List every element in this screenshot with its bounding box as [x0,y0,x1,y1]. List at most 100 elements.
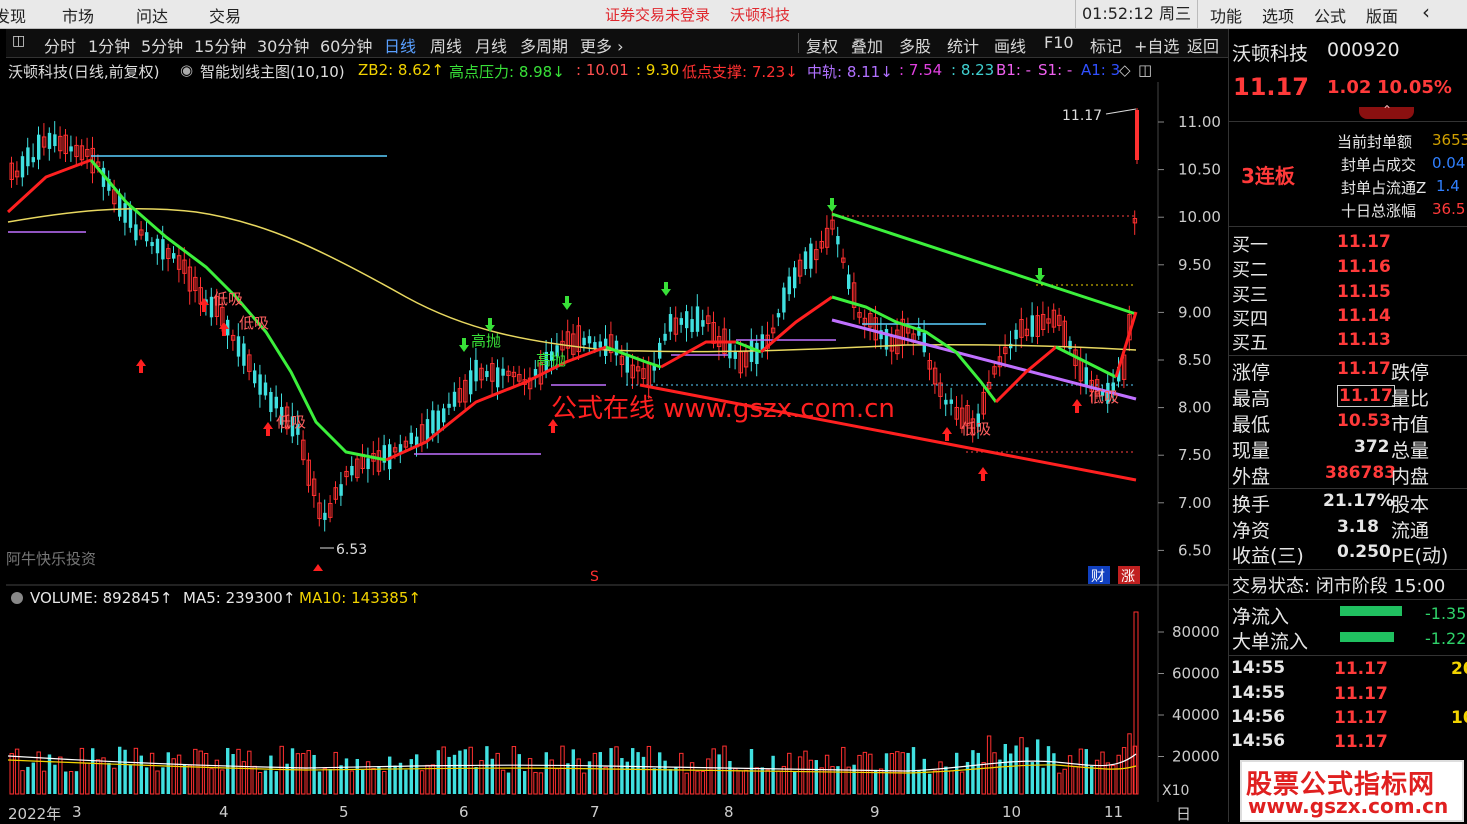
btn-back[interactable]: 返回 [1187,33,1219,57]
volume-bar [263,770,268,794]
candle-body [1014,329,1018,340]
bid-label-3: 买三 [1232,285,1268,306]
volume-bar [917,770,921,794]
bid-value-1[interactable]: 11.17 [1337,232,1391,252]
login-warning[interactable]: 证券交易未登录 [605,4,710,25]
candle-body [145,232,149,242]
x-label-9: 9 [870,803,880,821]
candle-body [425,419,430,441]
candle-body [690,319,694,332]
bid-value-5[interactable]: 11.13 [1337,330,1391,350]
volume-toggle-icon[interactable] [11,592,23,604]
tick-vol: 20 [1451,659,1467,679]
candle-body [150,242,154,247]
bid-value-3[interactable]: 11.15 [1337,282,1391,302]
layout-toggle-icon[interactable]: ◫ [12,33,25,49]
stat-value-low: 10.53 [1337,411,1391,431]
volume-bar [107,762,111,794]
tick-time: 14:56 [1231,731,1286,751]
volume-bar [636,752,640,794]
menu-market[interactable]: 市场 [62,3,94,27]
candle-body [263,382,268,396]
tab-timeshare[interactable]: 分时 [44,33,76,57]
formula-toggle-icon[interactable]: ◉ [180,61,193,79]
tick-price: 11.17 [1334,684,1388,704]
tab-weekly[interactable]: 周线 [430,33,462,57]
volume-bar [290,748,295,794]
tab-1min[interactable]: 1分钟 [88,33,130,57]
tab-60min[interactable]: 60分钟 [320,33,372,57]
candle-body [533,369,538,376]
tab-daily[interactable]: 日线 [384,33,416,57]
btn-add-watchlist[interactable]: +自选 [1134,33,1179,57]
price-axis-label: 7.00 [1178,494,1211,512]
volume-axis-label: 20000 [1172,748,1220,766]
btn-multi-stock[interactable]: 多股 [899,33,931,57]
stat-label-high: 最高 [1232,388,1271,410]
menu-options[interactable]: 选项 [1262,3,1294,27]
btn-stats[interactable]: 统计 [947,33,979,57]
x-label-11: 11 [1104,803,1124,821]
volume-bar [631,748,635,794]
chevron-up-icon[interactable]: ⌃ [1382,103,1392,117]
diamond-icon[interactable]: ◇ [1119,61,1131,79]
candlestick-chart[interactable]: 11.00 10.50 10.00 9.50 9.00 8.50 8.00 7.50 7.00 6… [6,82,1228,586]
volume-bar [814,760,818,794]
seal-label-4: 十日总涨幅 [1341,202,1417,220]
bid-value-2[interactable]: 11.16 [1337,257,1391,277]
tab-30min[interactable]: 30分钟 [257,33,309,57]
btn-draw[interactable]: 画线 [994,33,1026,57]
volume-bar [53,764,57,794]
menu-function[interactable]: 功能 [1210,3,1242,27]
bid-value-4[interactable]: 11.14 [1337,306,1391,326]
candle-body [668,314,673,332]
tab-15min[interactable]: 15分钟 [194,33,246,57]
menu-layout[interactable]: 版面 [1366,3,1398,27]
tab-5min[interactable]: 5分钟 [141,33,183,57]
candle-body [134,224,138,241]
menu-discover[interactable]: 发现 [0,3,26,27]
back-arrow-icon[interactable]: ‹ [1422,0,1430,24]
volume-chart[interactable]: 80000 60000 40000 20000 X10 VOLUME: 892845↑… [6,586,1228,802]
annotation-buy-3: 低吸 [276,413,306,431]
volume-value: VOLUME: 892845↑ [30,589,172,607]
candle-body [436,410,440,432]
volume-bar [458,750,462,794]
btn-f10[interactable]: F10 [1044,33,1074,52]
candle-body [350,465,354,476]
volume-bar [1052,753,1056,794]
menu-formula[interactable]: 公式 [1314,3,1346,27]
price-axis-label: 8.50 [1178,351,1211,369]
menu-ask[interactable]: 问达 [136,3,168,27]
annotation-sell-1: 高抛 [471,332,501,350]
low-price-label: 6.53 [336,542,367,558]
volume-bar [409,759,413,794]
volume-bar [361,769,365,794]
x-label-day: 日 [1176,805,1192,823]
volume-bar [1014,745,1018,794]
volume-bar [1090,766,1094,794]
volume-unit: X10 [1162,783,1189,799]
candle-body [323,512,327,520]
bid-label-4: 买四 [1232,309,1268,330]
stat-label-pe: PE(动) [1391,545,1449,567]
candle-body [118,195,122,217]
tab-more[interactable]: 更多 › [580,33,624,57]
flow-label-big: 大单流入 [1232,631,1309,653]
candle-body [695,306,700,332]
tab-multi-period[interactable]: 多周期 [520,33,568,57]
tab-monthly[interactable]: 月线 [475,33,507,57]
btn-overlay[interactable]: 叠加 [851,33,883,57]
btn-adjust[interactable]: 复权 [806,33,838,57]
x-label-year: 2022年 [8,805,62,823]
btn-mark[interactable]: 标记 [1090,33,1122,57]
clock: 01:52:12 周三 [1075,0,1198,28]
candle-body [442,408,446,423]
flow-value-net: -1.35 [1425,604,1467,623]
panel-toggle-icon[interactable]: ◫ [1138,61,1152,79]
candle-body [496,367,500,388]
candle-body [431,410,435,434]
price-axis-label: 6.50 [1178,541,1211,559]
menu-trade[interactable]: 交易 [209,3,241,27]
formula-name[interactable]: 智能划线主图(10,10) [200,61,345,82]
